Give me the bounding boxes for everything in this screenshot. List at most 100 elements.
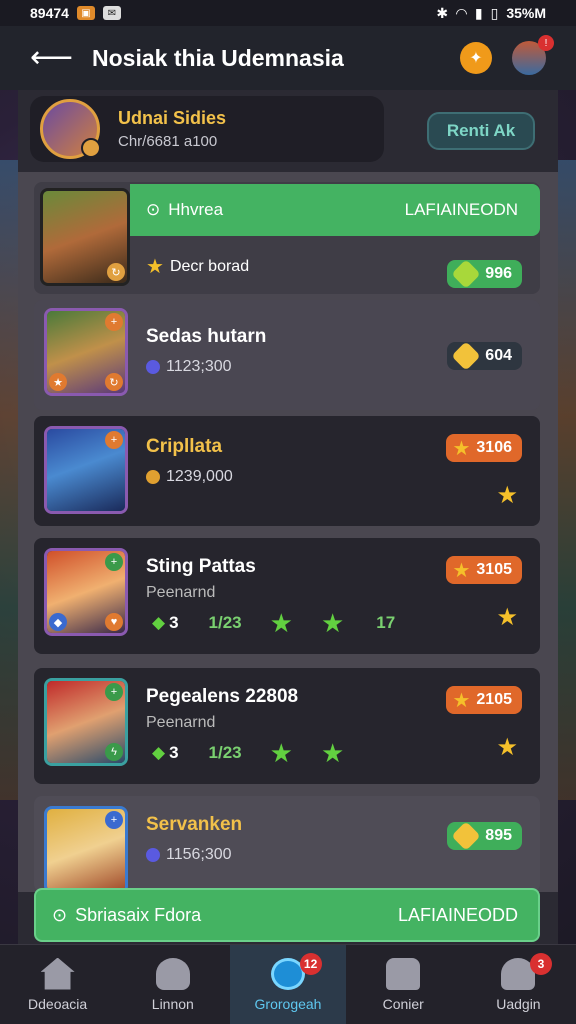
item-sub: ★ Decr borad: [146, 256, 250, 278]
favorite-star-icon[interactable]: ★: [496, 736, 518, 760]
profile-sub: Chr/6681 a100: [118, 133, 218, 150]
token-icon: [146, 848, 160, 862]
item-sub: 1123;300: [146, 358, 232, 376]
signal-icon: ▮: [474, 4, 483, 21]
item-name: Servanken: [146, 814, 243, 835]
item-name: Sting Pattas: [146, 556, 256, 577]
tab-badge: 12: [299, 953, 322, 975]
favorite-star-icon[interactable]: ★: [496, 606, 518, 630]
green-star-icon: ★: [269, 608, 293, 638]
level-icon: ↻: [105, 373, 123, 391]
list-item[interactable]: + ◆ ♥ Sting Pattas Peenarnd ◆ 3 1/23 ★ ★…: [34, 538, 540, 654]
bonus-icon: +: [105, 811, 123, 829]
item-name: Cripllata: [146, 436, 223, 457]
gem-value: 604: [447, 341, 522, 371]
lightning-icon: ϟ: [105, 743, 123, 761]
bonus-icon: +: [105, 431, 123, 449]
profile-action-button[interactable]: Renti Ak: [427, 112, 535, 150]
item-sub: 1156;300: [146, 846, 232, 864]
item-sub: Peenarnd: [146, 714, 216, 731]
item-sub: 1239,000: [146, 468, 233, 486]
back-arrow-icon[interactable]: ⟵: [30, 43, 73, 73]
hero-icon: [155, 957, 190, 990]
item-stats: ◆ 3 1/23 ★ ★: [152, 738, 345, 768]
battery-level: 35%M: [506, 5, 546, 21]
level-badge-icon: [81, 138, 101, 158]
heart-icon: ♥: [105, 613, 123, 631]
star-icon: ★: [452, 437, 471, 460]
notification-icon: ▣: [76, 6, 95, 20]
hero-portrait: + ϟ: [44, 678, 128, 766]
profile-bar[interactable]: Udnai Sidies Chr/6681 a100: [30, 96, 384, 162]
profile-name: Udnai Sidies: [118, 108, 227, 128]
gem-icon: [451, 341, 482, 371]
banner-status: LAFIAINEODN: [404, 200, 518, 219]
star-icon: ★: [146, 256, 164, 278]
user-avatar[interactable]: !: [512, 35, 554, 75]
gem-small-icon: ◆: [152, 743, 166, 762]
gem-value: 996: [447, 259, 522, 289]
gem-icon: [451, 259, 482, 289]
item-sub: Peenarnd: [146, 584, 216, 601]
gem-icon: [451, 821, 482, 851]
clock-icon: ⊙: [146, 200, 161, 219]
coin-icon: [146, 470, 160, 484]
green-star-icon: ★: [320, 608, 345, 638]
hero-portrait: + ◆ ♥: [44, 548, 128, 636]
list-item[interactable]: + ϟ Pegealens 22808 Peenarnd ◆ 3 1/23 ★ …: [34, 668, 540, 784]
profile-avatar: [40, 99, 101, 159]
gem-small-icon: ◆: [152, 613, 166, 632]
banner-label: Sbriasaix Fdora: [75, 904, 202, 925]
green-star-icon: ★: [320, 738, 345, 768]
shield-icon: ◆: [49, 613, 67, 631]
favorite-star-icon[interactable]: ★: [496, 484, 518, 508]
tab-battle[interactable]: Grorogeah 12: [230, 945, 346, 1024]
bluetooth-icon: ✱: [436, 4, 449, 21]
wifi-icon: ◠: [456, 4, 467, 21]
notification-badge-icon: !: [538, 35, 554, 51]
hero-portrait: +: [44, 426, 128, 514]
star-badge-icon: ★: [49, 373, 67, 391]
hero-portrait: +: [44, 806, 128, 894]
list-item[interactable]: + ★ ↻ Sedas hutarn 1123;300 604: [34, 300, 540, 410]
status-time: 89474: [30, 5, 69, 21]
tab-heroes[interactable]: Linnon: [115, 945, 230, 1024]
star-icon: ★: [452, 689, 471, 712]
item-name: Sedas hutarn: [146, 326, 267, 347]
home-icon: [40, 957, 75, 990]
bonus-icon: +: [105, 313, 123, 331]
green-star-icon: ★: [269, 738, 293, 768]
gem-value: 895: [447, 821, 522, 851]
app-header: ⟵ Nosiak thia Udemnasia ✦ !: [0, 26, 576, 90]
star-value: ★ 2105: [446, 686, 522, 714]
banner-label: Hhvrea: [168, 200, 224, 219]
lock-icon: [386, 957, 421, 990]
star-icon: ★: [452, 559, 471, 582]
list-item[interactable]: + Servanken 1156;300 895: [34, 796, 540, 894]
item-stats: ◆ 3 1/23 ★ ★ 17: [152, 608, 396, 638]
message-icon: ✉: [102, 6, 121, 20]
hero-portrait: + ★ ↻: [44, 308, 128, 396]
status-bar: 89474 ▣ ✉ ✱ ◠ ▮ ▯ 35%M: [0, 0, 576, 26]
item-banner[interactable]: ⊙ Hhvrea LAFIAINEODN: [130, 184, 540, 236]
battery-icon: ▯: [490, 4, 499, 21]
tab-profile[interactable]: Uadgin 3: [461, 945, 576, 1024]
tab-badge: 3: [530, 953, 553, 975]
tab-home[interactable]: Ddeoacia: [0, 945, 115, 1024]
item-name: Pegealens 22808: [146, 686, 299, 707]
star-value: ★ 3106: [446, 434, 522, 462]
level-icon: ↻: [107, 263, 125, 281]
token-icon: [146, 360, 160, 374]
hero-portrait: ↻: [40, 188, 130, 286]
page-title: Nosiak thia Udemnasia: [92, 44, 344, 71]
tab-inventory[interactable]: Conier: [346, 945, 461, 1024]
bottom-action-banner[interactable]: ⊙ Sbriasaix Fdora LAFIAINEODD: [34, 888, 540, 942]
bottom-tab-bar: Ddeoacia Linnon Grorogeah 12 Conier Uadg…: [0, 944, 576, 1024]
banner-status: LAFIAINEODD: [397, 904, 518, 925]
bonus-icon: +: [105, 683, 123, 701]
quest-icon[interactable]: ✦: [460, 42, 492, 74]
list-item[interactable]: + Cripllata 1239,000 ★ 3106 ★: [34, 416, 540, 526]
star-value: ★ 3105: [446, 556, 522, 584]
refresh-icon: ⊙: [52, 904, 68, 925]
bonus-icon: +: [105, 553, 123, 571]
